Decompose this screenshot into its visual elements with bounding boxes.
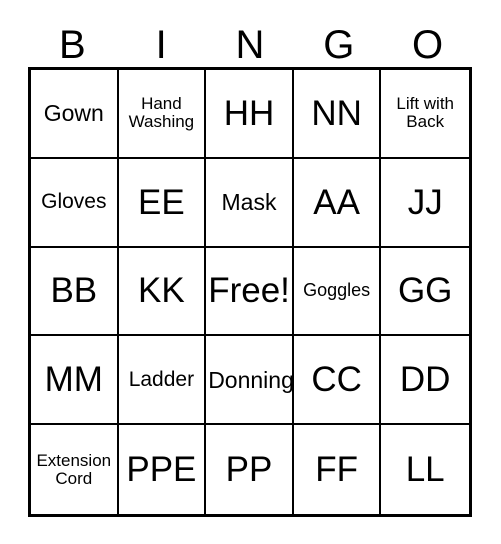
bingo-cell-i3[interactable]: KK [118,247,207,337]
bingo-cell-label: NN [311,93,362,133]
bingo-cell-label: Hand Washing [128,94,195,132]
bingo-cell-label: Gown [43,100,104,127]
bingo-cell-b1[interactable]: Gown [31,70,119,159]
bingo-cell-label: PPE [126,450,197,490]
bingo-cell-label: GG [397,271,453,311]
bingo-cell-n2[interactable]: Mask [206,158,294,248]
bingo-cell-label: CC [311,360,362,400]
bingo-cell-label: KK [138,271,185,311]
bingo-cell-i5[interactable]: PPE [118,425,207,514]
bingo-cell-label: Donning [208,366,294,393]
bingo-cell-o2[interactable]: JJ [381,158,469,248]
bingo-cell-label: Goggles [303,280,371,301]
bingo-cell-b5[interactable]: Extension Cord [31,425,119,514]
bingo-cell-label: Gloves [41,190,107,214]
bingo-cell-label: Mask [221,189,277,215]
bingo-cell-o5[interactable]: LL [381,425,469,514]
bingo-cell-b4[interactable]: MM [31,336,119,426]
bingo-cell-n5[interactable]: PP [206,425,294,514]
bingo-cell-label: Lift with Back [396,94,454,132]
bingo-cell-g1[interactable]: NN [293,70,382,159]
bingo-cell-o1[interactable]: Lift with Back [381,70,469,159]
bingo-header-letter-n: N [235,23,265,67]
bingo-cell-label: EE [138,182,185,222]
bingo-cell-n1[interactable]: HH [206,70,294,159]
bingo-cell-g3[interactable]: Goggles [293,247,382,337]
bingo-cell-g4[interactable]: CC [293,336,382,426]
bingo-cell-label: BB [50,271,98,311]
bingo-cell-label: MM [44,360,103,400]
bingo-grid: Gown Hand Washing HH NN Lift with Back Gloves… [28,67,472,517]
bingo-cell-b2[interactable]: Gloves [31,158,119,248]
bingo-cell-label: LL [405,450,445,490]
bingo-cell-n3[interactable]: Free! [206,247,294,337]
bingo-cell-o4[interactable]: DD [381,336,469,426]
bingo-cell-label: JJ [407,182,443,222]
bingo-header-row: B I N G O [28,17,472,67]
bingo-cell-i4[interactable]: Ladder [118,336,207,426]
bingo-cell-i1[interactable]: Hand Washing [118,70,207,159]
bingo-cell-label: FF [315,450,358,490]
bingo-cell-g2[interactable]: AA [293,158,382,248]
bingo-cell-i2[interactable]: EE [118,158,207,248]
bingo-card: B I N G O Gown Hand Washing HH NN Lift with … [0,0,501,544]
bingo-header-letter-g: G [323,23,355,67]
bingo-cell-label: DD [399,360,451,400]
bingo-header-letter-b: B [59,23,86,67]
bingo-header-letter-i: I [155,23,167,67]
bingo-cell-label: HH [223,93,275,133]
bingo-cell-label: Extension Cord [36,450,112,488]
bingo-cell-label: Ladder [128,367,195,391]
bingo-cell-label: Free! [208,271,290,311]
bingo-cell-b3[interactable]: BB [31,247,119,337]
bingo-header-letter-o: O [412,23,444,67]
bingo-cell-label: AA [313,182,360,222]
bingo-cell-label: PP [225,450,273,490]
bingo-cell-o3[interactable]: GG [381,247,469,337]
bingo-cell-g5[interactable]: FF [293,425,382,514]
bingo-cell-n4[interactable]: Donning [206,336,294,426]
